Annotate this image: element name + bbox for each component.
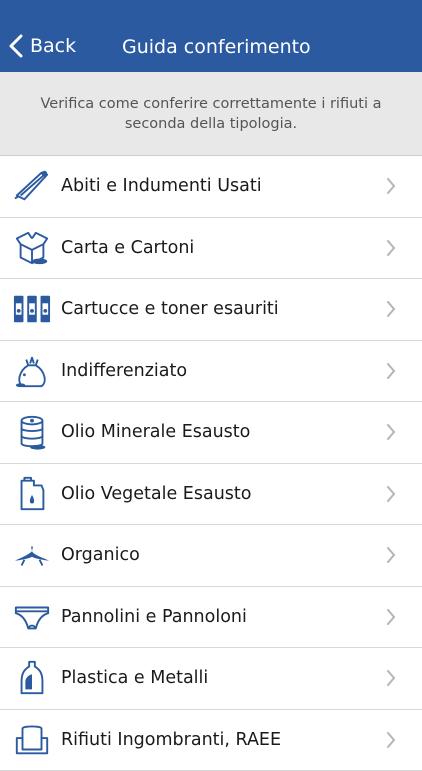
chevron-right-icon: [386, 547, 396, 563]
list-item-ingombranti[interactable]: Rifiuti Ingombranti, RAEE: [0, 710, 422, 771]
list-item-pannolini[interactable]: Pannolini e Pannoloni: [0, 587, 422, 649]
chevron-right-icon: [386, 609, 396, 625]
chevron-right-icon: [386, 178, 396, 194]
chevron-right-icon: [386, 301, 396, 317]
diaper-icon: [12, 597, 52, 637]
list-item-label: Olio Vegetale Esausto: [61, 484, 251, 504]
chevron-right-icon: [386, 486, 396, 502]
list-item-label: Pannolini e Pannoloni: [61, 607, 247, 627]
list-item-label: Cartucce e toner esauriti: [61, 299, 279, 319]
list-item-olio-minerale[interactable]: Olio Minerale Esausto: [0, 402, 422, 464]
list-item-carta[interactable]: Carta e Cartoni: [0, 218, 422, 280]
banana-peel-icon: [12, 535, 52, 575]
chevron-right-icon: [386, 670, 396, 686]
list-item-organico[interactable]: Organico: [0, 525, 422, 587]
bottle-icon: [12, 658, 52, 698]
list-item-cartucce[interactable]: Cartucce e toner esauriti: [0, 279, 422, 341]
intro-text: Verifica come conferire correttamente i …: [0, 72, 422, 156]
list-item-plastica[interactable]: Plastica e Metalli: [0, 648, 422, 710]
list-item-label: Olio Minerale Esausto: [61, 422, 250, 442]
list-item-label: Abiti e Indumenti Usati: [61, 176, 262, 196]
oil-drum-icon: [12, 412, 52, 452]
chevron-right-icon: [386, 240, 396, 256]
chevron-right-icon: [386, 363, 396, 379]
cartridge-icon: [12, 289, 52, 329]
list-item-label: Carta e Cartoni: [61, 238, 194, 258]
armchair-icon: [12, 720, 52, 760]
box-icon: [12, 228, 52, 268]
waste-category-list: Abiti e Indumenti Usati Carta e Cartoni …: [0, 156, 422, 771]
chevron-left-icon: [8, 34, 24, 58]
list-item-label: Rifiuti Ingombranti, RAEE: [61, 730, 281, 750]
chevron-right-icon: [386, 424, 396, 440]
page-title: Guida conferimento: [122, 36, 311, 58]
nav-bar: Back Guida conferimento: [0, 0, 422, 72]
list-item-olio-vegetale[interactable]: Olio Vegetale Esausto: [0, 464, 422, 526]
hanger-icon: [12, 166, 52, 206]
list-item-label: Plastica e Metalli: [61, 668, 208, 688]
list-item-indifferenziato[interactable]: Indifferenziato: [0, 341, 422, 403]
back-label: Back: [30, 35, 76, 57]
chevron-right-icon: [386, 732, 396, 748]
trash-bag-icon: [12, 351, 52, 391]
oil-can-icon: [12, 474, 52, 514]
list-item-label: Organico: [61, 545, 140, 565]
list-item-label: Indifferenziato: [61, 361, 187, 381]
back-button[interactable]: Back: [8, 34, 76, 58]
list-item-abiti[interactable]: Abiti e Indumenti Usati: [0, 156, 422, 218]
